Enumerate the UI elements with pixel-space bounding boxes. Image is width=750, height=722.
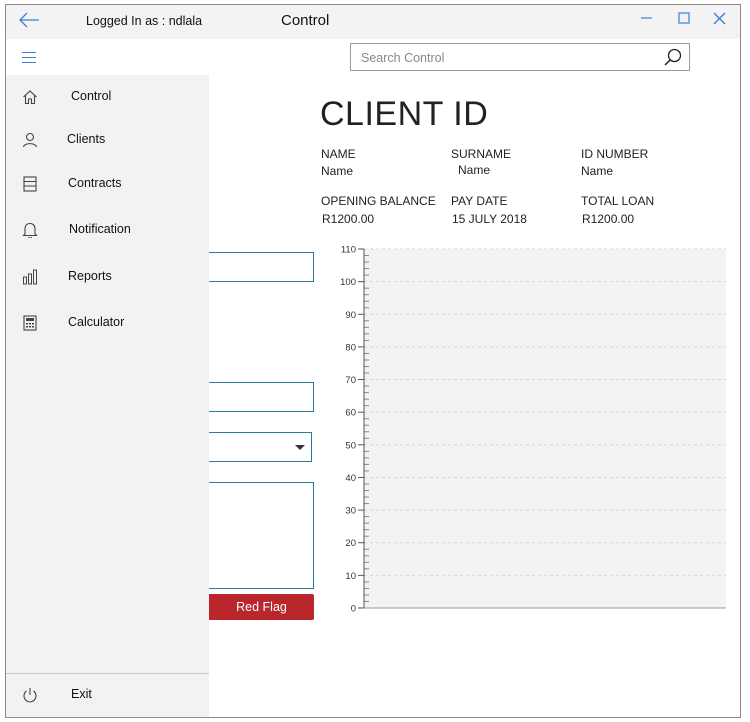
nav-label-notification: Notification <box>69 222 131 236</box>
nav-label-contracts: Contracts <box>68 176 122 190</box>
chart-y-tick-label: 0 <box>351 604 356 615</box>
nav-label-calculator: Calculator <box>68 315 125 329</box>
window-title: Control <box>281 12 330 29</box>
chart-y-tick-label: 110 <box>341 245 356 256</box>
search-icon[interactable] <box>664 48 682 66</box>
nav-item-notification[interactable]: Notification <box>6 212 209 248</box>
chart-y-tick-label: 60 <box>345 408 356 419</box>
chart-y-tick-label: 70 <box>345 375 356 386</box>
chart-y-tick-label: 10 <box>345 571 356 582</box>
nav-item-exit[interactable]: Exit <box>6 677 209 713</box>
nav-label-clients: Clients <box>67 132 106 146</box>
pay-date-label: PAY DATE <box>451 194 508 208</box>
chart-y-tick-label: 90 <box>345 310 356 321</box>
nav-item-reports[interactable]: Reports <box>6 259 209 295</box>
total-loan-value: R1200.00 <box>582 212 635 226</box>
nav-item-clients[interactable]: Clients <box>6 122 209 158</box>
bell-icon <box>22 222 38 238</box>
nav-label-reports: Reports <box>68 269 112 283</box>
search-box[interactable] <box>350 43 690 71</box>
person-icon <box>22 132 38 148</box>
search-input[interactable] <box>359 48 653 68</box>
contracts-icon <box>23 176 37 192</box>
opening-balance-value: R1200.00 <box>322 212 375 226</box>
power-icon <box>23 688 37 703</box>
minimize-icon[interactable] <box>641 17 653 21</box>
name-label: NAME <box>321 147 356 161</box>
chart-y-tick-label: 100 <box>340 277 356 288</box>
nav-divider <box>6 673 209 674</box>
pay-date-value: 15 JULY 2018 <box>452 212 527 226</box>
total-loan-label: TOTAL LOAN <box>581 194 655 208</box>
red-flag-button[interactable]: Red Flag <box>209 594 314 620</box>
navigation-pane: Control Clients Contracts Notification R… <box>6 75 209 717</box>
logged-in-label: Logged In as : ndlala <box>86 14 203 28</box>
maximize-icon[interactable] <box>678 12 690 24</box>
chart-plot-area <box>364 249 726 608</box>
calculator-icon <box>23 315 37 331</box>
title-bar: Logged In as : ndlala Control <box>6 5 740 39</box>
loan-chart: 0 10 20 30 40 50 60 70 80 90 100 110 <box>340 245 726 615</box>
client-id-heading: CLIENT ID <box>320 95 489 133</box>
chart-y-tick-label: 30 <box>345 506 356 517</box>
chart-y-tick-label: 40 <box>345 473 356 484</box>
nav-item-control[interactable]: Control <box>6 79 209 115</box>
surname-label: SURNAME <box>451 147 512 161</box>
app-window: Logged In as : ndlala Control CLIENT ID … <box>5 4 741 718</box>
name-value: Name <box>321 164 354 178</box>
chart-y-tick-label: 50 <box>345 440 356 451</box>
id-number-value: Name <box>581 164 614 178</box>
opening-balance-label: OPENING BALANCE <box>321 194 436 208</box>
surname-value: Name <box>458 163 491 177</box>
bar-chart-icon <box>23 269 37 285</box>
nav-label-control: Control <box>71 89 112 103</box>
nav-item-calculator[interactable]: Calculator <box>6 305 209 341</box>
chevron-down-icon <box>295 445 305 450</box>
nav-label-exit: Exit <box>71 687 92 701</box>
chart-y-tick-label: 80 <box>345 342 356 353</box>
back-arrow-icon[interactable] <box>18 12 40 28</box>
hamburger-menu-icon[interactable] <box>22 50 38 66</box>
id-number-label: ID NUMBER <box>581 147 649 161</box>
close-icon[interactable] <box>713 12 726 25</box>
nav-item-contracts[interactable]: Contracts <box>6 166 209 202</box>
home-icon <box>23 90 37 105</box>
chart-y-tick-label: 20 <box>345 538 356 549</box>
chart-y-ticks: 0 10 20 30 40 50 60 70 80 90 100 110 <box>340 245 364 615</box>
